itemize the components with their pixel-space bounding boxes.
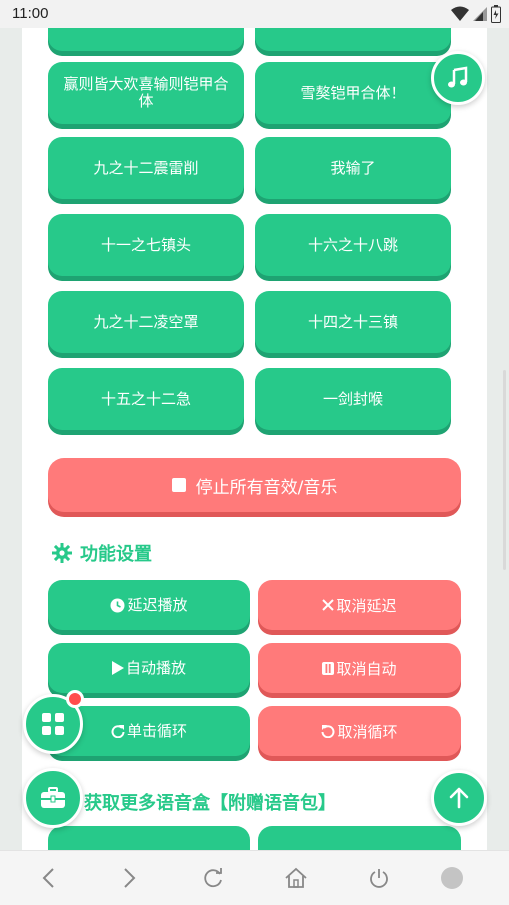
notification-badge <box>66 690 84 708</box>
sound-button[interactable]: 九之十二震雷削 <box>48 137 244 199</box>
tabs-button[interactable] <box>437 863 467 893</box>
back-icon <box>42 868 54 888</box>
refresh-button[interactable] <box>198 863 228 893</box>
home-icon <box>285 867 307 888</box>
promo-title: 获取更多语音盒【附赠语音包】 <box>84 793 336 814</box>
sound-button[interactable]: 一剑封喉 <box>255 368 451 430</box>
undo-icon <box>321 724 335 738</box>
toolbox-icon <box>41 787 65 808</box>
toolbox-button[interactable] <box>23 768 83 828</box>
sound-button[interactable]: 赢则皆大欢喜输则铠甲合体 <box>48 62 244 124</box>
sound-button[interactable]: 十四之十三镇 <box>255 291 451 353</box>
status-icons <box>451 5 501 23</box>
refresh-icon <box>204 868 222 888</box>
music-note-icon <box>448 66 468 88</box>
cancel-loop-button[interactable]: 取消循环 <box>258 706 461 756</box>
settings-title: 功能设置 <box>80 544 152 565</box>
browser-nav-bar <box>0 850 509 905</box>
sound-button[interactable]: 十六之十八跳 <box>255 214 451 276</box>
redo-icon <box>111 724 125 738</box>
power-button[interactable] <box>364 863 394 893</box>
promo-button[interactable] <box>48 826 250 850</box>
sound-button[interactable]: 十五之十二急 <box>48 368 244 430</box>
music-button[interactable] <box>431 51 485 105</box>
pause-icon <box>322 661 335 675</box>
close-icon <box>322 599 335 611</box>
cancel-auto-button[interactable]: 取消自动 <box>258 643 461 693</box>
scrollbar[interactable] <box>503 370 506 570</box>
wifi-icon <box>451 6 469 21</box>
sound-button[interactable]: 十一之七镇头 <box>48 214 244 276</box>
cancel-delay-button[interactable]: 取消延迟 <box>258 580 461 630</box>
stop-all-button[interactable]: 停止所有音效/音乐 <box>48 458 461 512</box>
tabs-icon <box>441 867 463 889</box>
sound-button[interactable]: 我输了 <box>255 137 451 199</box>
signal-icon <box>473 7 487 21</box>
arrow-up-icon <box>449 787 469 809</box>
promo-button[interactable] <box>258 826 461 850</box>
delay-play-button[interactable]: 延迟播放 <box>48 580 250 630</box>
back-button[interactable] <box>33 863 63 893</box>
forward-icon <box>124 868 136 888</box>
sound-button[interactable] <box>48 28 244 51</box>
scroll-top-button[interactable] <box>431 770 487 826</box>
status-time: 11:00 <box>12 5 49 22</box>
settings-heading: 功能设置 <box>52 540 152 566</box>
clock-icon <box>110 598 125 613</box>
sound-button[interactable]: 雪獒铠甲合体！ <box>255 62 451 124</box>
status-bar: 11:00 <box>0 0 509 28</box>
home-button[interactable] <box>281 863 311 893</box>
sound-button[interactable]: 嗟 <box>255 28 451 51</box>
auto-play-button[interactable]: 自动播放 <box>48 643 250 693</box>
gear-icon <box>52 543 72 563</box>
play-icon <box>111 661 124 675</box>
sound-button[interactable]: 九之十二凌空罩 <box>48 291 244 353</box>
forward-button[interactable] <box>115 863 145 893</box>
battery-icon <box>491 5 501 23</box>
stop-icon <box>171 478 186 492</box>
grid-icon <box>42 713 64 735</box>
power-icon <box>370 869 388 888</box>
